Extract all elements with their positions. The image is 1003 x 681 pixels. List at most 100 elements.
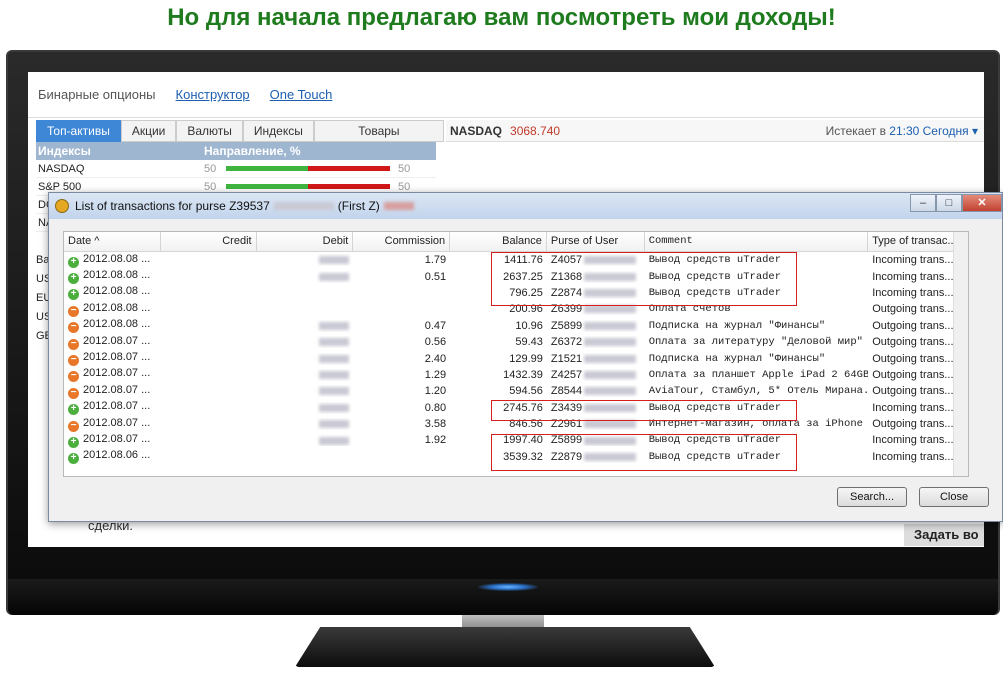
tab-indices[interactable]: Индексы [242, 120, 314, 142]
expiry: Истекает в 21:30 Сегодня ▾ [826, 124, 984, 138]
table-row[interactable]: +2012.08.08 ... 1.79 1411.76 Z4057 Вывод сре… [64, 252, 968, 268]
outgoing-icon: − [68, 387, 79, 399]
date-text: 2012.08.08 ... [83, 269, 151, 282]
date-cell: +2012.08.08 ... [64, 253, 161, 268]
purse-cell: Z4257 [547, 369, 645, 381]
table-row[interactable]: −2012.08.07 ... 2.40 129.99 Z1521 Подписка н… [64, 350, 968, 367]
date-cell: +2012.08.08 ... [64, 285, 161, 301]
balance-cell: 129.99 [509, 352, 543, 365]
purse-text: Z5899 [550, 434, 583, 447]
date-cell: −2012.08.07 ... [64, 417, 161, 432]
transactions-table: Date ^ Credit Debit Commission Balance Purse … [63, 231, 969, 477]
debit-cell [257, 320, 354, 332]
asset-tabs: Топ-активы Акции Валюты Индексы Товары [36, 120, 444, 142]
purse-cell: Z5899 [547, 320, 645, 332]
date-text: 2012.08.07 ... [83, 432, 151, 445]
column-header[interactable]: Date ^ [64, 232, 161, 251]
table-row[interactable]: −2012.08.08 ... 200.96 Z6399 Оплата счетов O… [64, 301, 968, 317]
tab-binary-options[interactable]: Бинарные опционы [38, 87, 156, 102]
tab-commodities[interactable]: Товары [313, 120, 444, 142]
purse-text: Z4257 [550, 368, 583, 381]
vertical-scrollbar[interactable] [953, 232, 968, 476]
tab-one-touch[interactable]: One Touch [270, 87, 333, 102]
maximize-icon[interactable]: □ [936, 194, 962, 212]
index-name: NASDAQ [38, 162, 85, 175]
table-row[interactable]: +2012.08.07 ... 0.80 2745.76 Z3439 Вывод сре… [64, 400, 968, 416]
down-bar [308, 166, 390, 171]
column-header[interactable]: Commission [353, 232, 451, 251]
product-tabs: Бинарные опционы Конструктор One Touch [28, 72, 984, 118]
date-cell: −2012.08.07 ... [64, 351, 161, 367]
table-row[interactable]: +2012.08.06 ... 3539.32 Z2879 Вывод средств… [64, 449, 968, 465]
debit-cell [257, 271, 354, 283]
expires-dropdown[interactable]: 21:30 Сегодня ▾ [889, 124, 978, 138]
purse-icon [55, 199, 69, 213]
purse-text: Z8544 [550, 385, 583, 398]
dialog-title-suffix: (First Z) [337, 199, 380, 213]
outgoing-icon: − [68, 420, 79, 432]
tab-top-assets[interactable]: Топ-активы [36, 120, 121, 142]
redacted-debit [319, 436, 350, 445]
debit-cell [257, 385, 354, 397]
debit-cell [257, 254, 354, 266]
nasdaq-value: 3068.740 [510, 123, 561, 138]
purse-cell: Z6399 [547, 303, 645, 315]
purse-cell: Z1368 [547, 271, 645, 283]
column-header[interactable]: Purse of User [547, 232, 645, 251]
direction-bar [226, 166, 390, 171]
table-row[interactable]: +2012.08.07 ... 1.92 1997.40 Z5899 Вывод сре… [64, 432, 968, 448]
purse-text: Z2961 [550, 418, 583, 431]
date-text: 2012.08.07 ... [83, 400, 151, 413]
minimize-icon[interactable]: – [910, 194, 936, 212]
balance-cell: 2745.76 [503, 401, 543, 414]
close-icon[interactable]: ✕ [962, 194, 1002, 212]
balance-cell: 10.96 [515, 319, 543, 332]
power-led-icon [478, 583, 538, 591]
purse-text: Z2874 [550, 286, 583, 299]
outgoing-icon: − [68, 338, 79, 350]
table-row[interactable]: +2012.08.08 ... 796.25 Z2874 Вывод средств … [64, 285, 968, 301]
date-cell: +2012.08.07 ... [64, 400, 161, 416]
ask-question-button[interactable]: Задать во [904, 524, 984, 546]
column-header[interactable]: Comment [645, 232, 869, 251]
commission-cell: 1.29 [424, 368, 447, 381]
tab-stocks[interactable]: Акции [120, 120, 177, 142]
balance-cell: 2637.25 [503, 270, 543, 283]
table-row[interactable]: −2012.08.07 ... 0.56 59.43 Z6372 Оплата за л… [64, 334, 968, 350]
comment-cell: AviaTour, Стамбул, 5* Отель Мирана... [648, 385, 869, 398]
purse-text: Z1521 [550, 352, 583, 365]
column-header[interactable]: Credit [161, 232, 257, 251]
date-text: 2012.08.08 ... [83, 285, 151, 298]
redacted-purse [584, 321, 637, 330]
redacted-debit [319, 256, 350, 265]
expires-label: Истекает в [825, 123, 886, 138]
debit-cell [257, 434, 354, 446]
redacted-purse [584, 305, 637, 314]
comment-cell: Вывод средств uTrader [648, 434, 782, 447]
table-row[interactable]: −2012.08.07 ... 1.29 1432.39 Z4257 Оплата за… [64, 367, 968, 383]
dialog-titlebar[interactable]: List of transactions for purse Z39537 (F… [49, 193, 1002, 219]
tab-currencies[interactable]: Валюты [176, 120, 243, 142]
purse-cell: Z1521 [547, 353, 645, 365]
table-row[interactable]: −2012.08.07 ... 1.20 594.56 Z8544 AviaTour, … [64, 383, 968, 399]
column-header[interactable]: Debit [257, 232, 354, 251]
redacted-debit [319, 354, 350, 363]
purse-cell: Z8544 [547, 385, 645, 397]
dialog-title: List of transactions for purse Z39537 [75, 199, 270, 213]
purse-cell: Z2874 [547, 287, 645, 299]
date-cell: +2012.08.07 ... [64, 433, 161, 448]
down-bar [308, 184, 390, 189]
index-row[interactable]: NASDAQ 50 50 [36, 160, 436, 178]
close-button[interactable]: Close [919, 487, 989, 507]
search-button[interactable]: Search... [837, 487, 907, 507]
redacted-debit [319, 338, 350, 347]
date-text: 2012.08.07 ... [83, 351, 151, 364]
column-header[interactable]: Balance [450, 232, 547, 251]
table-row[interactable]: +2012.08.08 ... 0.51 2637.25 Z1368 Вывод сре… [64, 268, 968, 285]
tab-constructor[interactable]: Конструктор [176, 87, 250, 102]
balance-cell: 1411.76 [503, 254, 543, 267]
date-text: 2012.08.08 ... [83, 252, 151, 265]
commission-cell: 1.92 [424, 434, 447, 447]
table-row[interactable]: −2012.08.07 ... 3.58 846.56 Z2961 Интернет-м… [64, 416, 968, 432]
table-row[interactable]: −2012.08.08 ... 0.47 10.96 Z5899 Подписка на… [64, 318, 968, 334]
